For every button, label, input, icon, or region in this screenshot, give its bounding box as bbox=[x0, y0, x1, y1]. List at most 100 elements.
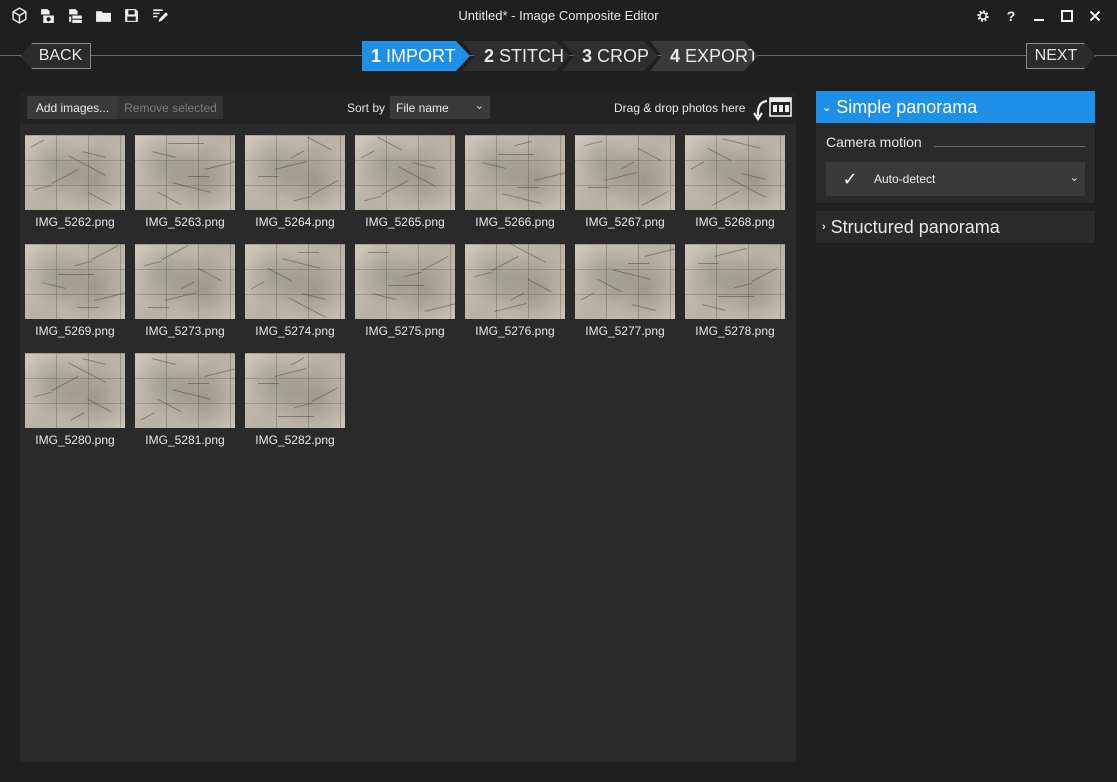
image-thumbnail[interactable]: IMG_5281.png bbox=[135, 353, 235, 447]
map-texture-line bbox=[508, 244, 546, 263]
map-texture-line bbox=[412, 162, 436, 169]
new-panorama-icon[interactable] bbox=[10, 6, 29, 25]
image-thumbnail[interactable]: IMG_5280.png bbox=[25, 353, 125, 447]
maximize-icon[interactable] bbox=[1053, 6, 1081, 26]
map-texture-line bbox=[294, 402, 312, 409]
map-texture-line bbox=[491, 256, 519, 271]
map-texture-line bbox=[30, 139, 45, 148]
map-texture-line bbox=[34, 391, 52, 398]
map-texture-line bbox=[514, 140, 532, 147]
thumbnail-image bbox=[575, 135, 675, 210]
image-thumbnail[interactable]: IMG_5274.png bbox=[245, 244, 345, 338]
map-texture-line bbox=[51, 169, 79, 184]
rename-icon[interactable] bbox=[150, 6, 169, 25]
settings-icon[interactable] bbox=[969, 6, 997, 26]
map-texture-line bbox=[204, 161, 235, 170]
image-thumbnail[interactable]: IMG_5267.png bbox=[575, 135, 675, 229]
image-thumbnail[interactable]: IMG_5275.png bbox=[355, 244, 455, 338]
map-texture-line bbox=[510, 292, 525, 301]
structured-panorama-header[interactable]: › Structured panorama bbox=[816, 211, 1095, 243]
quick-toolbar bbox=[10, 6, 169, 25]
map-texture-line bbox=[152, 358, 176, 365]
map-texture-line bbox=[728, 177, 766, 198]
step-number: 1 bbox=[371, 45, 382, 66]
thumbnail-image bbox=[355, 244, 455, 319]
map-texture-line bbox=[74, 260, 92, 267]
image-thumbnail[interactable]: IMG_5278.png bbox=[685, 244, 785, 338]
thumbnail-filename: IMG_5262.png bbox=[35, 215, 115, 229]
step-export[interactable]: 4 EXPORT bbox=[650, 41, 758, 71]
map-texture-line bbox=[87, 398, 112, 413]
map-texture-line bbox=[364, 195, 382, 202]
image-thumbnail[interactable]: IMG_5265.png bbox=[355, 135, 455, 229]
map-texture-line bbox=[42, 282, 66, 289]
close-icon[interactable] bbox=[1081, 6, 1109, 26]
map-texture-line bbox=[282, 258, 321, 269]
chevron-right-icon: › bbox=[822, 221, 826, 233]
step-label: IMPORT bbox=[386, 45, 456, 66]
thumbnail-filename: IMG_5278.png bbox=[695, 324, 775, 338]
thumbnail-image bbox=[685, 244, 785, 319]
camera-motion-value: Auto-detect bbox=[874, 172, 936, 186]
new-from-video-icon[interactable] bbox=[38, 6, 57, 25]
thumbnail-image bbox=[245, 135, 345, 210]
camera-motion-dropdown[interactable]: ✓ Auto-detect ⌄ bbox=[826, 162, 1085, 196]
thumbnail-filename: IMG_5273.png bbox=[145, 324, 225, 338]
step-crop[interactable]: 3 CROP bbox=[562, 41, 658, 71]
map-texture-line bbox=[197, 267, 222, 282]
image-thumbnail[interactable]: IMG_5264.png bbox=[245, 135, 345, 229]
step-import[interactable]: 1 IMPORT bbox=[362, 41, 470, 71]
map-texture-line bbox=[734, 282, 752, 289]
map-texture-line bbox=[518, 187, 539, 188]
map-texture-line bbox=[421, 256, 449, 271]
back-button[interactable]: BACK bbox=[20, 43, 91, 69]
add-images-button[interactable]: Add images... bbox=[27, 96, 118, 119]
minimize-icon[interactable] bbox=[1025, 6, 1053, 26]
import-toolbar: Add images... Remove selected Sort by Fi… bbox=[20, 92, 796, 124]
map-texture-line bbox=[722, 138, 761, 149]
map-texture-line bbox=[597, 278, 622, 293]
image-thumbnail[interactable]: IMG_5273.png bbox=[135, 244, 235, 338]
thumbnail-image bbox=[575, 244, 675, 319]
drag-drop-hint: Drag & drop photos here bbox=[614, 101, 746, 115]
save-project-icon[interactable] bbox=[122, 6, 141, 25]
map-texture-line bbox=[307, 136, 332, 151]
map-texture-line bbox=[698, 263, 719, 264]
thumbnail-image bbox=[135, 353, 235, 428]
map-texture-line bbox=[188, 383, 209, 384]
map-texture-line bbox=[527, 278, 552, 293]
image-thumbnail[interactable]: IMG_5269.png bbox=[25, 244, 125, 338]
next-button[interactable]: NEXT bbox=[1026, 43, 1096, 69]
map-texture-line bbox=[580, 292, 595, 301]
map-texture-line bbox=[311, 387, 339, 402]
image-thumbnail[interactable]: IMG_5277.png bbox=[575, 244, 675, 338]
map-texture-line bbox=[82, 358, 106, 365]
thumbnail-filename: IMG_5269.png bbox=[35, 324, 115, 338]
map-texture-line bbox=[474, 271, 492, 278]
image-thumbnail[interactable]: IMG_5268.png bbox=[685, 135, 785, 229]
thumbnail-image bbox=[465, 244, 565, 319]
map-texture-line bbox=[707, 147, 732, 162]
new-from-images-icon[interactable] bbox=[66, 6, 85, 25]
map-texture-line bbox=[278, 416, 314, 417]
map-texture-line bbox=[690, 161, 705, 170]
map-texture-line bbox=[274, 161, 307, 170]
image-thumbnail[interactable]: IMG_5276.png bbox=[465, 244, 565, 338]
image-thumbnail[interactable]: IMG_5262.png bbox=[25, 135, 125, 229]
remove-selected-button[interactable]: Remove selected bbox=[118, 96, 223, 119]
sort-by-label: Sort by bbox=[347, 101, 386, 115]
simple-panorama-header[interactable]: ⌄ Simple panorama bbox=[816, 91, 1095, 123]
map-texture-line bbox=[637, 147, 662, 162]
step-label: STITCH bbox=[499, 45, 565, 66]
step-stitch[interactable]: 2 STITCH bbox=[462, 41, 570, 71]
map-texture-line bbox=[140, 412, 155, 421]
sort-by-dropdown[interactable]: File name ⌄ bbox=[390, 96, 490, 119]
help-icon[interactable]: ? bbox=[997, 6, 1025, 26]
image-thumbnail[interactable]: IMG_5263.png bbox=[135, 135, 235, 229]
structured-panorama-label: Structured panorama bbox=[830, 216, 1000, 237]
image-thumbnail[interactable]: IMG_5266.png bbox=[465, 135, 565, 229]
thumbnail-filename: IMG_5266.png bbox=[475, 215, 555, 229]
map-texture-line bbox=[360, 150, 375, 159]
image-thumbnail[interactable]: IMG_5282.png bbox=[245, 353, 345, 447]
open-project-icon[interactable] bbox=[94, 6, 113, 25]
